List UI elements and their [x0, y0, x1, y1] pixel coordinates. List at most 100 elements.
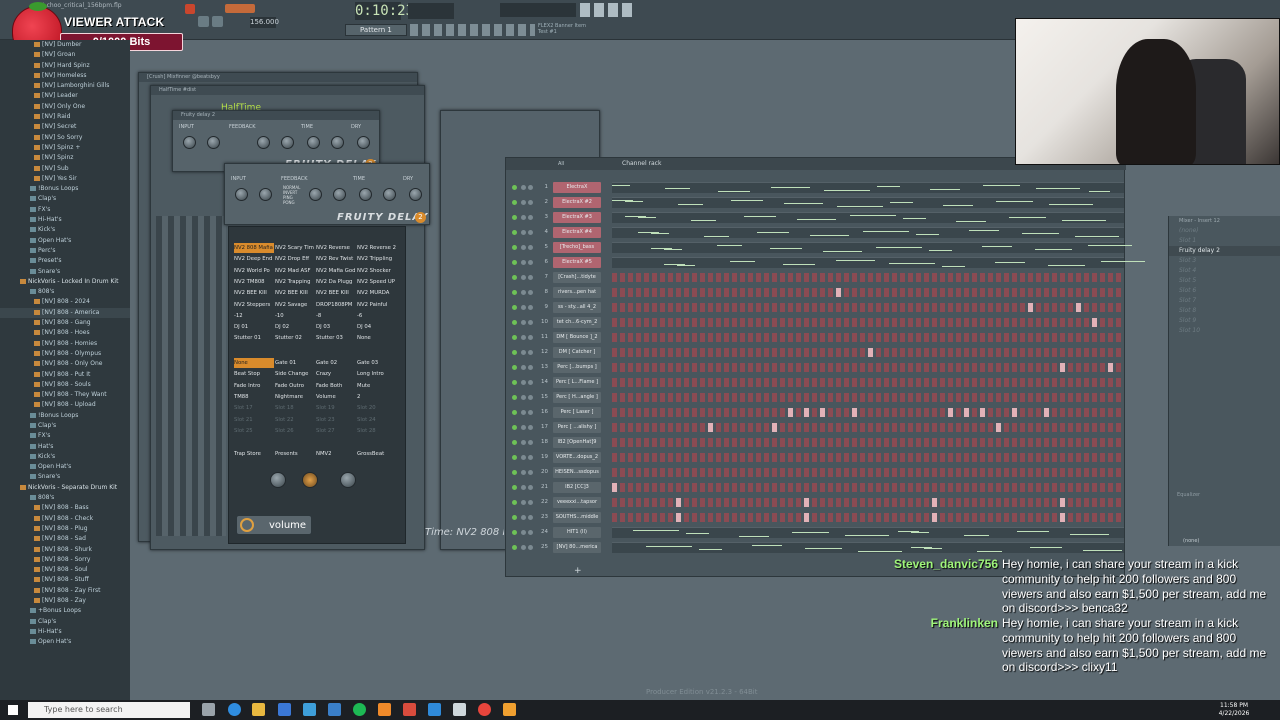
- step-sequencer[interactable]: [612, 363, 1124, 372]
- channel-volume-knob[interactable]: [528, 455, 533, 460]
- browser-item[interactable]: 808's: [0, 287, 130, 297]
- channel-pan-knob[interactable]: [521, 485, 526, 490]
- channel-mute-led[interactable]: [512, 350, 517, 355]
- channel-mixer-track[interactable]: 21: [538, 480, 548, 495]
- step-sequencer[interactable]: [612, 438, 1124, 447]
- browser-item[interactable]: [NV] 808 - Souls: [0, 380, 130, 390]
- active-step[interactable]: [788, 408, 793, 417]
- piano-roll-preview[interactable]: [612, 197, 1124, 208]
- fx-cell[interactable]: Fade Intro: [234, 381, 274, 391]
- channel-volume-knob[interactable]: [528, 500, 533, 505]
- channel-mute-led[interactable]: [512, 500, 517, 505]
- input-pan-knob[interactable]: [259, 188, 272, 201]
- browser-item[interactable]: NickVoris - Locked In Drum Kit: [0, 277, 130, 287]
- fx-cell[interactable]: Trap Store: [234, 449, 274, 459]
- preset-cell[interactable]: Stutter 02: [275, 333, 315, 343]
- browser-item[interactable]: Clap's: [0, 194, 130, 204]
- browser-item[interactable]: Hi-Hat's: [0, 627, 130, 637]
- channel-mixer-track[interactable]: 23: [538, 510, 548, 525]
- browser-item[interactable]: [NV] 808 - Sorry: [0, 555, 130, 565]
- tempo-display[interactable]: 156.000: [250, 17, 279, 28]
- channel-volume-knob[interactable]: [528, 290, 533, 295]
- browser-item[interactable]: Perc's: [0, 246, 130, 256]
- step-sequencer[interactable]: [612, 483, 1124, 492]
- channel-pan-knob[interactable]: [521, 365, 526, 370]
- active-step[interactable]: [1012, 408, 1017, 417]
- step-sequencer[interactable]: [612, 453, 1124, 462]
- channel-volume-knob[interactable]: [528, 185, 533, 190]
- preset-cell[interactable]: DROP1808PM: [316, 300, 356, 310]
- browser-item[interactable]: Kick's: [0, 452, 130, 462]
- channel-mixer-track[interactable]: 6: [538, 255, 549, 270]
- app-icon-8[interactable]: [378, 703, 391, 716]
- browser-item[interactable]: [NV] 808 - They Want: [0, 390, 130, 400]
- channel-volume-knob[interactable]: [528, 275, 533, 280]
- active-step[interactable]: [980, 408, 985, 417]
- browser-item[interactable]: Preset's: [0, 256, 130, 266]
- channel-pan-knob[interactable]: [521, 260, 526, 265]
- piano-roll-preview[interactable]: [612, 257, 1145, 268]
- active-step[interactable]: [820, 408, 825, 417]
- browser-item[interactable]: Hi-Hat's: [0, 215, 130, 225]
- fx-cell[interactable]: Slot 28: [357, 426, 397, 436]
- preset-cell[interactable]: NV2 Scary Tim: [275, 243, 315, 253]
- channel-volume-knob[interactable]: [528, 530, 533, 535]
- channel-mixer-track[interactable]: 11: [538, 330, 548, 345]
- preset-cell[interactable]: NV2 Reverse 2: [357, 243, 397, 253]
- pattern-selector[interactable]: Pattern 1: [345, 24, 407, 36]
- channel-mixer-track[interactable]: 16: [538, 405, 548, 420]
- browser-item[interactable]: [NV] Homeless: [0, 71, 130, 81]
- fx-cell[interactable]: Gate 03: [357, 358, 397, 368]
- channel-mixer-track[interactable]: 3: [538, 210, 549, 225]
- play-button[interactable]: [198, 16, 209, 27]
- app-icon-5[interactable]: [303, 703, 316, 716]
- fx-cell[interactable]: Slot 20: [357, 403, 397, 413]
- mail-icon[interactable]: [278, 703, 291, 716]
- browser-item[interactable]: Open Hat's: [0, 637, 130, 647]
- channel-mute-led[interactable]: [512, 320, 517, 325]
- fx-cell[interactable]: TM88: [234, 392, 274, 402]
- browser-item[interactable]: [NV] 808 - Soul: [0, 565, 130, 575]
- preset-cell[interactable]: -8: [316, 311, 356, 321]
- channel-mixer-track[interactable]: 20: [538, 465, 548, 480]
- channel-mute-led[interactable]: [512, 395, 517, 400]
- piano-roll-preview[interactable]: [612, 542, 1124, 553]
- channel-pan-knob[interactable]: [521, 545, 526, 550]
- channel-filter[interactable]: All: [558, 161, 564, 167]
- fl-studio-icon[interactable]: [503, 703, 516, 716]
- channel-volume-knob[interactable]: [528, 365, 533, 370]
- fx-cell[interactable]: 2: [357, 392, 397, 402]
- browser-item[interactable]: [NV] 808 - America: [0, 307, 130, 319]
- channel-mixer-track[interactable]: 1: [538, 180, 549, 195]
- time-knob[interactable]: [307, 136, 320, 149]
- channel-mute-led[interactable]: [512, 185, 517, 190]
- step-sequencer[interactable]: [612, 303, 1124, 312]
- channel-pan-knob[interactable]: [521, 455, 526, 460]
- active-step[interactable]: [996, 423, 1001, 432]
- input-knob[interactable]: [183, 136, 196, 149]
- mixer-slot[interactable]: (none): [1169, 226, 1280, 236]
- preset-cell[interactable]: None: [357, 333, 397, 343]
- active-step[interactable]: [612, 483, 617, 492]
- active-step[interactable]: [836, 288, 841, 297]
- browser-item[interactable]: [NV] 808 - Hoes: [0, 328, 130, 338]
- channel-volume-knob[interactable]: [528, 545, 533, 550]
- fx-cell[interactable]: Crazy: [316, 369, 356, 379]
- browser-item[interactable]: NickVoris - Separate Drum Kit: [0, 483, 130, 493]
- channel-volume-knob[interactable]: [528, 440, 533, 445]
- browser-item[interactable]: [NV] Yes Sir: [0, 174, 130, 184]
- channel-mute-led[interactable]: [512, 275, 517, 280]
- browser-item[interactable]: Clap's: [0, 421, 130, 431]
- fx-cell[interactable]: Gate 02: [316, 358, 356, 368]
- channel-mixer-track[interactable]: 9: [538, 300, 549, 315]
- time-main-knob[interactable]: [359, 188, 372, 201]
- browser-item[interactable]: [NV] 808 - Check: [0, 514, 130, 524]
- channel-pan-knob[interactable]: [521, 215, 526, 220]
- channel-mixer-track[interactable]: 4: [538, 225, 549, 240]
- channel-pan-knob[interactable]: [521, 410, 526, 415]
- piano-roll-preview[interactable]: [612, 242, 1132, 253]
- feedback-res-knob[interactable]: [333, 188, 346, 201]
- channel-name-button[interactable]: [Crash]...tidyte: [553, 272, 601, 283]
- effect-knob-3[interactable]: [340, 472, 356, 488]
- channel-volume-knob[interactable]: [528, 215, 533, 220]
